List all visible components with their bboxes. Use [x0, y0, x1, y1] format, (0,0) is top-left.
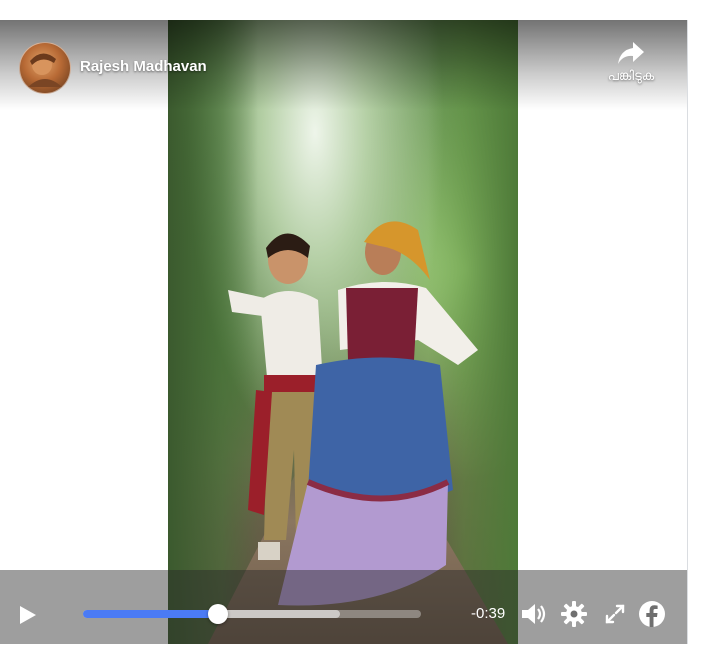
top-overlay: Rajesh Madhavan പങ്കിടുക	[0, 20, 687, 110]
dancers-illustration	[228, 221, 478, 606]
progress-scrubber[interactable]	[208, 604, 229, 624]
video-frame[interactable]	[168, 20, 518, 644]
facebook-icon[interactable]	[638, 600, 666, 628]
volume-icon[interactable]	[519, 600, 547, 628]
fullscreen-icon[interactable]	[601, 600, 629, 628]
control-bar: -0:39	[0, 570, 687, 644]
progress-bar[interactable]	[83, 604, 421, 624]
share-button[interactable]: പങ്കിടുക	[596, 40, 666, 100]
video-player[interactable]: Rajesh Madhavan പങ്കിടുക -0:39	[0, 20, 688, 644]
uploader-name[interactable]: Rajesh Madhavan	[80, 58, 207, 75]
share-arrow-icon	[618, 42, 644, 64]
time-remaining: -0:39	[471, 605, 506, 622]
avatar-portrait	[28, 53, 62, 87]
avatar[interactable]	[19, 42, 71, 94]
gear-icon[interactable]	[560, 600, 588, 628]
play-icon[interactable]	[16, 604, 38, 626]
progress-played	[83, 610, 219, 618]
share-label: പങ്കിടുക	[607, 68, 655, 83]
